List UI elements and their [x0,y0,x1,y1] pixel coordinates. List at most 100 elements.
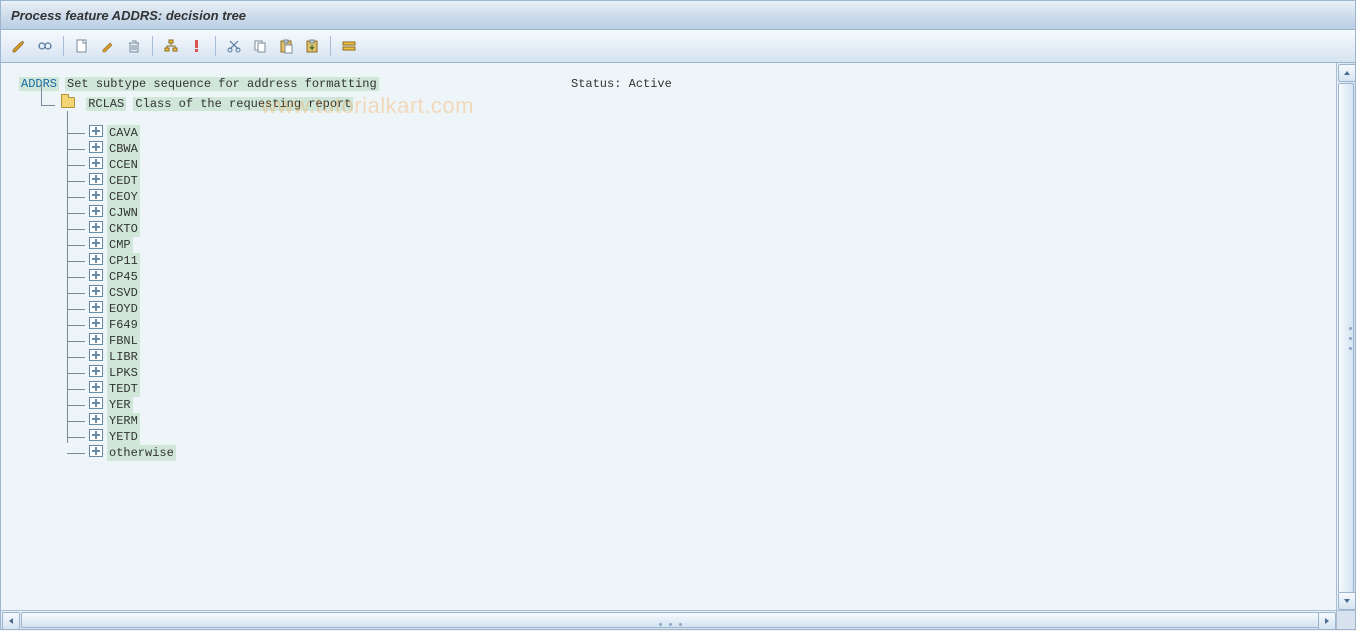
expand-node-icon[interactable] [89,205,103,217]
tree-children: CAVACBWACCENCEDTCEOYCJWNCKTOCMPCP11CP45C… [67,125,1321,461]
tree-node-label: CKTO [107,221,140,237]
tree-node-label: CJWN [107,205,140,221]
scroll-down-button[interactable] [1338,592,1356,610]
tree-node-label: CMP [107,237,133,253]
tree-node[interactable]: CBWA [67,141,1321,157]
expand-node-icon[interactable] [89,157,103,169]
scrollbar-corner [1336,610,1355,629]
expand-node-icon[interactable] [89,349,103,361]
horizontal-scroll-track[interactable] [21,611,1317,629]
expand-node-icon[interactable] [89,285,103,297]
tree-node-label: LIBR [107,349,140,365]
tree-node-rclas[interactable]: RCLAS Class of the requesting report [41,97,1321,111]
tree-node[interactable]: FBNL [67,333,1321,349]
tree-node[interactable]: LPKS [67,365,1321,381]
vertical-scroll-thumb[interactable] [1338,83,1354,593]
tree-node-label: CP45 [107,269,140,285]
paste-below-button[interactable] [300,34,324,58]
drag-handle-icon [655,623,685,627]
expand-node-icon[interactable] [89,269,103,281]
cut-button[interactable] [222,34,246,58]
collapse-all-button[interactable] [337,34,361,58]
drag-handle-icon [1349,323,1353,353]
tree-node[interactable]: CP45 [67,269,1321,285]
expand-node-icon[interactable] [89,301,103,313]
tree-node-label: CEDT [107,173,140,189]
expand-node-icon[interactable] [89,445,103,457]
rclas-code: RCLAS [86,97,126,111]
tree-node[interactable]: YER [67,397,1321,413]
scroll-right-button[interactable] [1318,612,1336,630]
tree-node-label: CSVD [107,285,140,301]
tree-node-label: CAVA [107,125,140,141]
expand-node-icon[interactable] [89,397,103,409]
vertical-scrollbar[interactable] [1336,63,1355,611]
expand-node-icon[interactable] [89,221,103,233]
feature-code[interactable]: ADDRS [19,77,59,91]
tree-node[interactable]: EOYD [67,301,1321,317]
check-errors-button[interactable] [185,34,209,58]
tree-node-label: otherwise [107,445,176,461]
tree-node-label: F649 [107,317,140,333]
tree-node[interactable]: CMP [67,237,1321,253]
tree-node[interactable]: otherwise [67,445,1321,461]
tree-node-label: YETD [107,429,140,445]
expand-node-icon[interactable] [89,189,103,201]
horizontal-scroll-thumb[interactable] [21,612,1319,628]
expand-node-icon[interactable] [89,333,103,345]
expand-node-icon[interactable] [89,253,103,265]
window-title-bar: Process feature ADDRS: decision tree [0,0,1356,30]
tree-node-label: CBWA [107,141,140,157]
rclas-description: Class of the requesting report [133,97,353,111]
expand-node-icon[interactable] [89,125,103,137]
tree-node[interactable]: CJWN [67,205,1321,221]
tree-node[interactable]: CCEN [67,157,1321,173]
tree-node-label: CP11 [107,253,140,269]
toolbar-separator [63,36,64,56]
paste-button[interactable] [274,34,298,58]
create-button[interactable] [70,34,94,58]
scroll-left-button[interactable] [2,612,20,630]
feature-description: Set subtype sequence for address formatt… [65,77,379,91]
folder-open-icon [61,97,75,108]
tree-node[interactable]: LIBR [67,349,1321,365]
change-button[interactable] [96,34,120,58]
tree-node[interactable]: CKTO [67,221,1321,237]
vertical-scroll-track[interactable] [1337,83,1355,591]
tree-node-label: YERM [107,413,140,429]
expand-node-icon[interactable] [89,173,103,185]
toolbar-separator [215,36,216,56]
tree-node[interactable]: F649 [67,317,1321,333]
tree-node[interactable]: YERM [67,413,1321,429]
scroll-up-button[interactable] [1338,64,1356,82]
delete-button[interactable] [122,34,146,58]
tree-node-label: CEOY [107,189,140,205]
change-display-toggle-button[interactable] [7,34,31,58]
tree-node-label: LPKS [107,365,140,381]
tree-node[interactable]: YETD [67,429,1321,445]
status-label: Status: [571,77,621,91]
expand-node-icon[interactable] [89,429,103,441]
expand-node-icon[interactable] [89,317,103,329]
toolbar-separator [330,36,331,56]
window-title: Process feature ADDRS: decision tree [11,8,246,23]
expand-node-icon[interactable] [89,237,103,249]
tree-node[interactable]: CSVD [67,285,1321,301]
tree-node[interactable]: CEOY [67,189,1321,205]
copy-button[interactable] [248,34,272,58]
tree-node[interactable]: TEDT [67,381,1321,397]
expand-node-icon[interactable] [89,365,103,377]
tree-node[interactable]: CEDT [67,173,1321,189]
display-button[interactable] [33,34,57,58]
hierarchy-button[interactable] [159,34,183,58]
expand-node-icon[interactable] [89,141,103,153]
tree-node[interactable]: CP11 [67,253,1321,269]
horizontal-scrollbar[interactable] [1,610,1337,629]
decision-tree: RCLAS Class of the requesting report CAV… [19,97,1321,461]
expand-node-icon[interactable] [89,381,103,393]
tree-node[interactable]: CAVA [67,125,1321,141]
tree-node-label: EOYD [107,301,140,317]
application-toolbar [0,30,1356,63]
tree-node-label: YER [107,397,133,413]
expand-node-icon[interactable] [89,413,103,425]
